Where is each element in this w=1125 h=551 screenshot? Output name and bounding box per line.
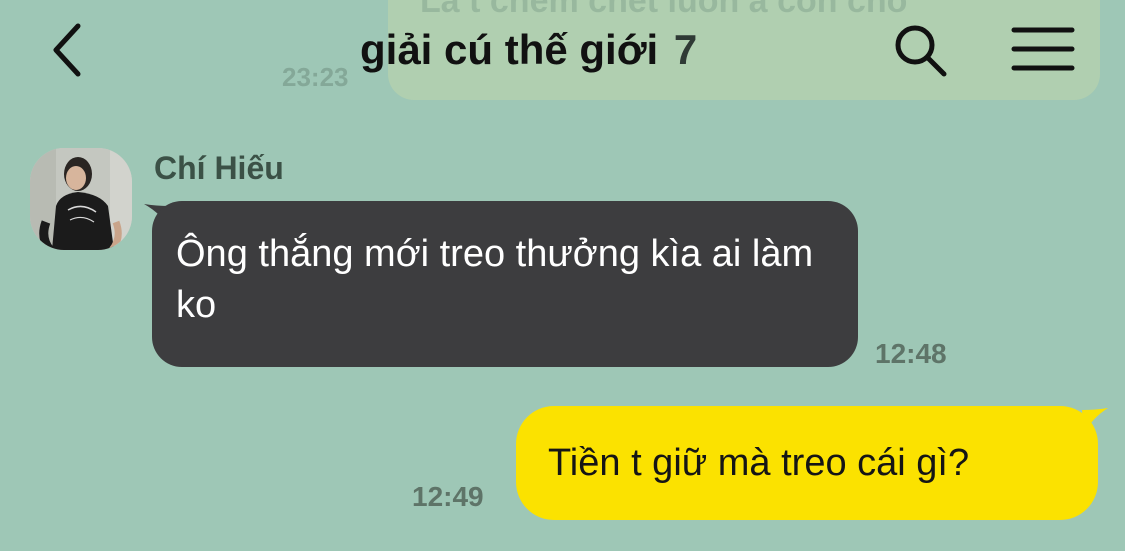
incoming-message-text: Ông thắng mới treo thưởng kìa ai làm ko xyxy=(176,233,814,326)
chat-room-name: giải cú thế giới xyxy=(360,26,659,73)
incoming-message-time: 12:48 xyxy=(875,338,947,369)
sender-avatar[interactable] xyxy=(30,148,132,250)
back-button[interactable] xyxy=(40,18,100,82)
search-icon xyxy=(895,25,947,77)
member-count: 7 xyxy=(673,26,698,73)
chat-title: giải cú thế giới 7 xyxy=(360,22,697,78)
outgoing-message-text: Tiền t giữ mà treo cái gì? xyxy=(548,442,970,484)
incoming-message-bubble[interactable]: Ông thắng mới treo thưởng kìa ai làm ko xyxy=(152,201,858,367)
chevron-left-icon xyxy=(53,23,81,77)
sender-name: Chí Hiếu xyxy=(154,150,284,186)
hamburger-menu-icon xyxy=(1011,27,1075,71)
outgoing-message-time: 12:49 xyxy=(412,481,484,512)
chat-header: giải cú thế giới 7 xyxy=(0,0,1125,110)
outgoing-message-bubble[interactable]: Tiền t giữ mà treo cái gì? xyxy=(516,406,1098,520)
search-button[interactable] xyxy=(890,20,952,82)
avatar-photo xyxy=(30,148,132,250)
outgoing-bubble-tail xyxy=(1082,408,1108,434)
menu-button[interactable] xyxy=(1008,22,1078,82)
